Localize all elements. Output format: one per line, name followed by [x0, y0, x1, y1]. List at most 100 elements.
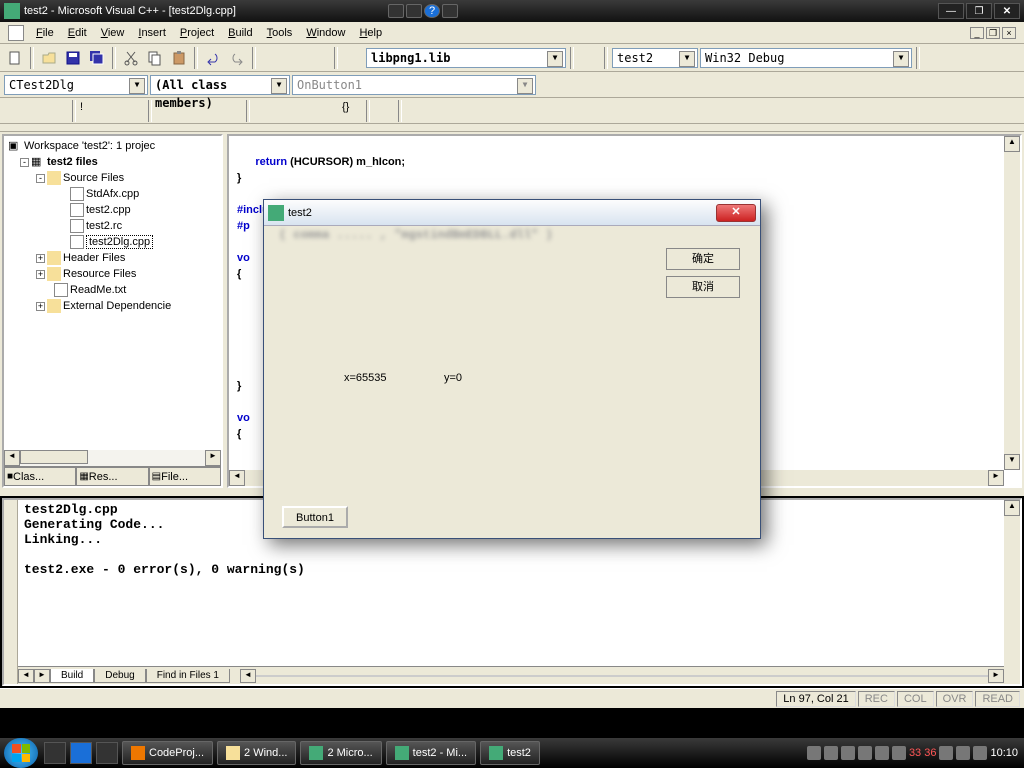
network-icon[interactable] — [956, 746, 970, 760]
lib-combo[interactable]: libpng1.lib — [366, 48, 566, 68]
save-icon[interactable] — [62, 47, 84, 69]
clock[interactable]: 10:10 — [990, 747, 1018, 759]
tile-icon[interactable] — [260, 47, 282, 69]
tray-icon[interactable] — [824, 746, 838, 760]
tb-item[interactable] — [442, 4, 458, 18]
output-vscroll[interactable]: ▲ — [1004, 500, 1020, 684]
task-item[interactable]: 2 Micro... — [300, 741, 381, 765]
tray-icon[interactable] — [841, 746, 855, 760]
watch-icon[interactable] — [374, 101, 394, 121]
hand-icon[interactable] — [124, 101, 144, 121]
dialog-titlebar[interactable]: test2 ✕ — [264, 200, 760, 226]
tab-nav-right[interactable]: ► — [34, 669, 50, 683]
open-icon[interactable] — [38, 47, 60, 69]
task-item[interactable]: test2 - Mi... — [386, 741, 476, 765]
tab-debug[interactable]: Debug — [94, 669, 145, 683]
tile-icon[interactable] — [308, 47, 330, 69]
db-icon[interactable] — [254, 101, 274, 121]
compile-icon[interactable] — [4, 101, 24, 121]
tree-file[interactable]: test2.cpp — [6, 202, 219, 218]
undo-icon[interactable] — [202, 47, 224, 69]
stop-build-icon[interactable] — [48, 101, 68, 121]
task-item[interactable]: test2 — [480, 741, 540, 765]
find-icon[interactable] — [342, 47, 364, 69]
quicklaunch-icon[interactable] — [96, 742, 118, 764]
tree-file-selected[interactable]: test2Dlg.cpp — [6, 234, 219, 250]
db-icon[interactable] — [320, 101, 340, 121]
tree-folder-external[interactable]: +External Dependencie — [6, 298, 219, 314]
tab-nav-left[interactable]: ◄ — [18, 669, 34, 683]
paste-icon[interactable] — [168, 47, 190, 69]
go-icon[interactable]: ! — [80, 101, 100, 121]
tree-file[interactable]: StdAfx.cpp — [6, 186, 219, 202]
tree-hscroll[interactable]: ◄► — [4, 450, 221, 466]
minimize-button[interactable]: — — [938, 3, 964, 19]
hscroll-left[interactable]: ◄ — [240, 669, 256, 683]
tree-file-readme[interactable]: ReadMe.txt — [6, 282, 219, 298]
tree-folder-header[interactable]: +Header Files — [6, 250, 219, 266]
win-icon[interactable] — [472, 101, 492, 121]
goto-icon[interactable] — [538, 74, 560, 96]
project-combo[interactable]: test2 — [612, 48, 698, 68]
tab-classview[interactable]: ■Clas... — [4, 467, 76, 486]
tree-project[interactable]: -▦test2 files — [6, 154, 219, 170]
menu-edit[interactable]: Edit — [62, 25, 93, 41]
new-icon[interactable] — [4, 47, 26, 69]
tool-icon[interactable] — [924, 47, 946, 69]
tab-find[interactable]: Find in Files 1 — [146, 669, 230, 683]
tray-icon[interactable] — [875, 746, 889, 760]
member-combo[interactable]: OnButton1 — [292, 75, 536, 95]
cut-icon[interactable] — [120, 47, 142, 69]
menu-window[interactable]: Window — [300, 25, 351, 41]
expand-icon[interactable]: + — [36, 254, 45, 263]
start-button[interactable] — [4, 738, 38, 768]
mdi-close[interactable]: × — [1002, 27, 1016, 39]
db-icon[interactable] — [276, 101, 296, 121]
tool-icon[interactable] — [972, 47, 994, 69]
dialog-close-button[interactable]: ✕ — [716, 204, 756, 222]
maximize-button[interactable]: ❐ — [966, 3, 992, 19]
tray-icon[interactable] — [939, 746, 953, 760]
save-all-icon[interactable] — [86, 47, 108, 69]
task-item[interactable]: 2 Wind... — [217, 741, 296, 765]
tab-fileview[interactable]: ▤File... — [149, 467, 221, 486]
menu-tools[interactable]: Tools — [261, 25, 299, 41]
menu-file[interactable]: File — [30, 25, 60, 41]
win-icon[interactable] — [406, 101, 426, 121]
quicklaunch-icon[interactable] — [44, 742, 66, 764]
win-icon[interactable] — [494, 101, 514, 121]
win-icon[interactable] — [516, 101, 536, 121]
hscroll-right[interactable]: ► — [988, 669, 1004, 683]
copy-icon[interactable] — [144, 47, 166, 69]
tile-icon[interactable] — [284, 47, 306, 69]
wizard-icon[interactable] — [578, 47, 600, 69]
menu-view[interactable]: View — [95, 25, 131, 41]
help-icon[interactable]: ? — [424, 4, 440, 18]
editor-vscroll[interactable]: ▲▼ — [1004, 136, 1020, 470]
expand-icon[interactable]: + — [36, 302, 45, 311]
mdi-restore[interactable]: ❐ — [986, 27, 1000, 39]
win-icon[interactable] — [428, 101, 448, 121]
cancel-button[interactable]: 取消 — [666, 276, 740, 298]
tray-icon[interactable] — [807, 746, 821, 760]
tool-icon[interactable] — [948, 47, 970, 69]
tab-build[interactable]: Build — [50, 669, 94, 683]
run-cursor-icon[interactable] — [222, 101, 242, 121]
tree-workspace[interactable]: ▣Workspace 'test2': 1 projec — [6, 138, 219, 154]
collapse-icon[interactable]: - — [20, 158, 29, 167]
menu-project[interactable]: Project — [174, 25, 220, 41]
menu-insert[interactable]: Insert — [132, 25, 172, 41]
collapse-icon[interactable]: - — [36, 174, 45, 183]
button1[interactable]: Button1 — [282, 506, 348, 528]
brace-icon[interactable]: {} — [342, 101, 362, 121]
tree-folder-resource[interactable]: +Resource Files — [6, 266, 219, 282]
close-button[interactable]: ✕ — [994, 3, 1020, 19]
redo-icon[interactable] — [226, 47, 248, 69]
tray-icon[interactable] — [858, 746, 872, 760]
build-icon[interactable] — [26, 101, 46, 121]
tab-resourceview[interactable]: ▦Res... — [76, 467, 148, 486]
filter-combo[interactable]: (All class members) — [150, 75, 290, 95]
config-combo[interactable]: Win32 Debug — [700, 48, 912, 68]
expand-icon[interactable]: + — [36, 270, 45, 279]
menu-help[interactable]: Help — [353, 25, 388, 41]
